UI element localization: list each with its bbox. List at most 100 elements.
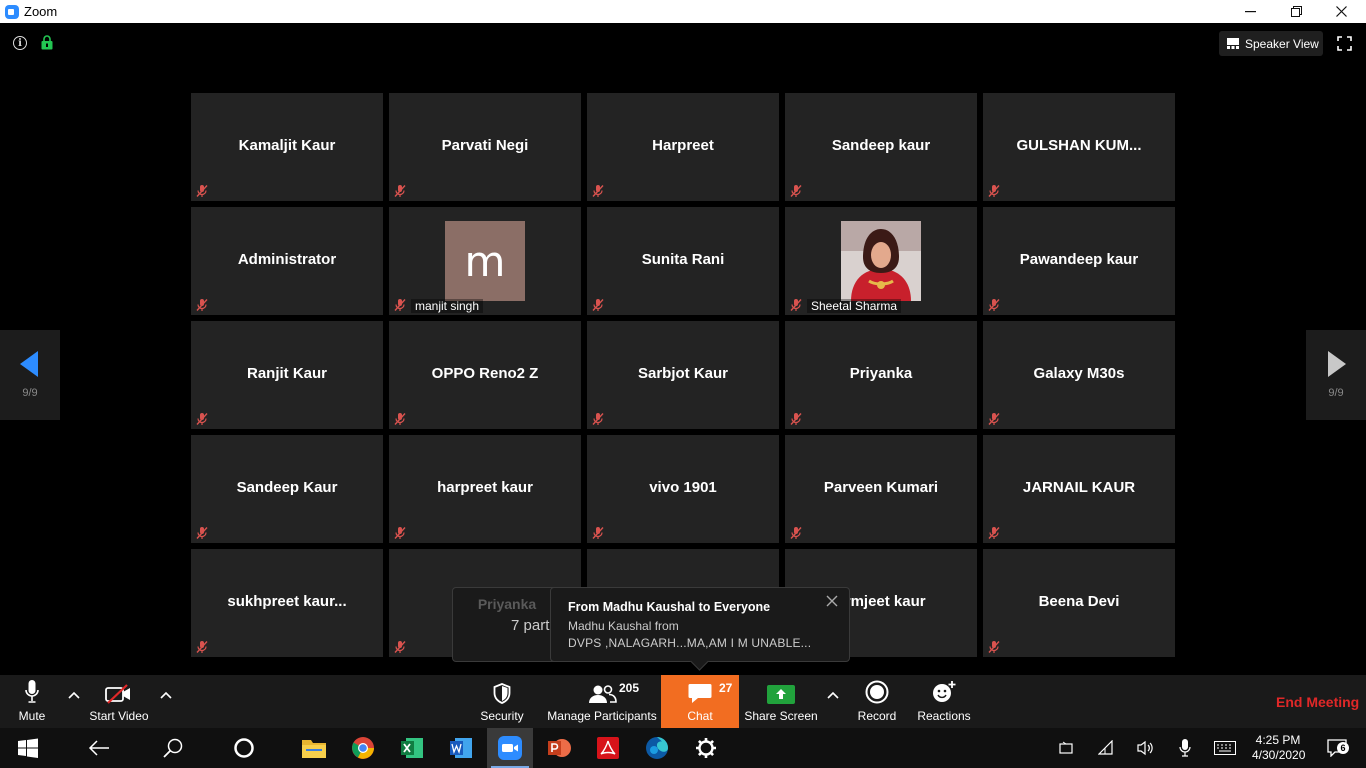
- keyboard-icon: [1214, 741, 1236, 755]
- taskbar-file-explorer[interactable]: [291, 728, 337, 768]
- reactions-button[interactable]: Reactions: [916, 675, 972, 728]
- participant-tile[interactable]: sukhpreet kaur...: [191, 549, 383, 657]
- restore-button[interactable]: [1273, 0, 1319, 23]
- gear-icon: [696, 738, 716, 758]
- participant-name: vivo 1901: [649, 479, 717, 496]
- avatar-photo: [841, 221, 921, 301]
- zoom-app-icon: [498, 736, 522, 760]
- encryption-lock-icon[interactable]: [41, 35, 53, 50]
- search-button[interactable]: [150, 728, 196, 768]
- clock-time: 4:25 PM: [1255, 733, 1301, 747]
- chat-notification-line: DVPS ,NALAGARH...MA,AM I M UNABLE...: [568, 636, 812, 650]
- microphone-muted-icon: [987, 412, 1001, 426]
- participant-tile[interactable]: OPPO Reno2 Z: [389, 321, 581, 429]
- speaker-view-button[interactable]: Speaker View: [1219, 31, 1323, 56]
- tray-microphone-button[interactable]: [1173, 728, 1197, 768]
- minimize-button[interactable]: [1227, 0, 1273, 23]
- start-button[interactable]: [5, 728, 51, 768]
- participant-tile[interactable]: JARNAIL KAUR: [983, 435, 1175, 543]
- meeting-info-icon[interactable]: i: [13, 36, 27, 50]
- next-page-button[interactable]: 9/9: [1306, 330, 1366, 420]
- mute-options-caret-icon[interactable]: [67, 690, 81, 700]
- action-center-button[interactable]: 6: [1322, 728, 1352, 768]
- record-button[interactable]: Record: [853, 675, 901, 728]
- word-icon: [450, 738, 472, 758]
- video-options-caret-icon[interactable]: [159, 690, 173, 700]
- participant-tile[interactable]: m manjit singh: [389, 207, 581, 315]
- participant-tile[interactable]: Sarbjot Kaur: [587, 321, 779, 429]
- window-title: Zoom: [24, 4, 58, 19]
- shield-icon: [493, 683, 511, 704]
- back-arrow-icon: [88, 740, 109, 756]
- tray-device-icon-button[interactable]: [1054, 728, 1078, 768]
- taskbar-edge[interactable]: [634, 728, 680, 768]
- chat-bubble-icon: [688, 684, 712, 703]
- mute-button[interactable]: Mute: [12, 675, 52, 728]
- taskbar-acrobat[interactable]: [585, 728, 631, 768]
- taskbar-zoom[interactable]: [487, 728, 533, 768]
- start-video-button[interactable]: Start Video: [86, 675, 152, 728]
- participant-tile[interactable]: Sheetal Sharma: [785, 207, 977, 315]
- security-button[interactable]: Security: [478, 675, 526, 728]
- arrow-right-icon: [1328, 351, 1346, 377]
- taskbar-settings[interactable]: [683, 728, 729, 768]
- close-window-button[interactable]: [1318, 0, 1364, 23]
- taskbar-excel[interactable]: [389, 728, 435, 768]
- participant-tile[interactable]: Priyanka: [785, 321, 977, 429]
- participant-tile[interactable]: Ranjit Kaur: [191, 321, 383, 429]
- popup-participant-count: 7 part: [511, 617, 550, 634]
- page-counter: 9/9: [1328, 387, 1344, 399]
- fullscreen-icon[interactable]: [1337, 36, 1352, 51]
- end-meeting-button[interactable]: End Meeting: [1276, 694, 1359, 710]
- participant-name: Sandeep Kaur: [236, 479, 338, 496]
- participant-name: Priyanka: [849, 365, 913, 382]
- participant-tile[interactable]: Galaxy M30s: [983, 321, 1175, 429]
- participant-name: manjit singh: [411, 299, 484, 313]
- close-notification-icon[interactable]: [825, 594, 839, 608]
- participant-tile[interactable]: vivo 1901: [587, 435, 779, 543]
- chat-notification[interactable]: From Madhu Kaushal to Everyone Madhu Kau…: [550, 587, 850, 662]
- tablet-mode-icon: [1059, 741, 1073, 754]
- participant-tile[interactable]: Sunita Rani: [587, 207, 779, 315]
- microphone-muted-icon: [393, 412, 407, 426]
- participant-name: Sheetal Sharma: [807, 299, 902, 313]
- participant-popup: Priyanka 7 part: [452, 587, 562, 662]
- system-clock[interactable]: 4:25 PM 4/30/2020: [1252, 733, 1305, 763]
- microphone-muted-icon: [789, 298, 803, 312]
- participant-tile[interactable]: Sandeep kaur: [785, 93, 977, 201]
- share-screen-button[interactable]: Share Screen: [744, 675, 818, 728]
- taskbar-word[interactable]: [438, 728, 484, 768]
- microphone-muted-icon: [789, 412, 803, 426]
- participant-tile[interactable]: GULSHAN KUM...: [983, 93, 1175, 201]
- gallery-grid: Kamaljit Kaur Parvati Negi Harpreet Sandeep…: [191, 93, 1175, 657]
- share-options-caret-icon[interactable]: [826, 690, 840, 700]
- participant-tile[interactable]: Parveen Kumari: [785, 435, 977, 543]
- participant-tile[interactable]: Sandeep Kaur: [191, 435, 383, 543]
- microphone-muted-icon: [987, 298, 1001, 312]
- tray-volume-button[interactable]: [1134, 728, 1158, 768]
- share-screen-label: Share Screen: [744, 709, 818, 723]
- cortana-button[interactable]: [221, 728, 267, 768]
- participant-tile[interactable]: Kamaljit Kaur: [191, 93, 383, 201]
- previous-page-button[interactable]: 9/9: [0, 330, 60, 420]
- participant-tile[interactable]: Beena Devi: [983, 549, 1175, 657]
- taskbar-powerpoint[interactable]: [536, 728, 582, 768]
- tray-keyboard-button[interactable]: [1211, 728, 1239, 768]
- microphone-icon: [25, 680, 39, 703]
- back-button[interactable]: [76, 728, 122, 768]
- participant-tile[interactable]: harpreet kaur: [389, 435, 581, 543]
- microphone-muted-icon: [195, 526, 209, 540]
- microphone-muted-icon: [987, 184, 1001, 198]
- powerpoint-icon: [548, 739, 571, 757]
- participant-tile[interactable]: Administrator: [191, 207, 383, 315]
- manage-participants-button[interactable]: Manage Participants: [546, 675, 658, 728]
- participant-tile[interactable]: Pawandeep kaur: [983, 207, 1175, 315]
- tray-network-button[interactable]: [1094, 728, 1118, 768]
- smiley-plus-icon: [933, 681, 956, 702]
- notification-count-badge: 6: [1337, 742, 1349, 754]
- taskbar-chrome[interactable]: [340, 728, 386, 768]
- microphone-muted-icon: [591, 526, 605, 540]
- participant-tile[interactable]: Parvati Negi: [389, 93, 581, 201]
- microphone-muted-icon: [393, 184, 407, 198]
- participant-tile[interactable]: Harpreet: [587, 93, 779, 201]
